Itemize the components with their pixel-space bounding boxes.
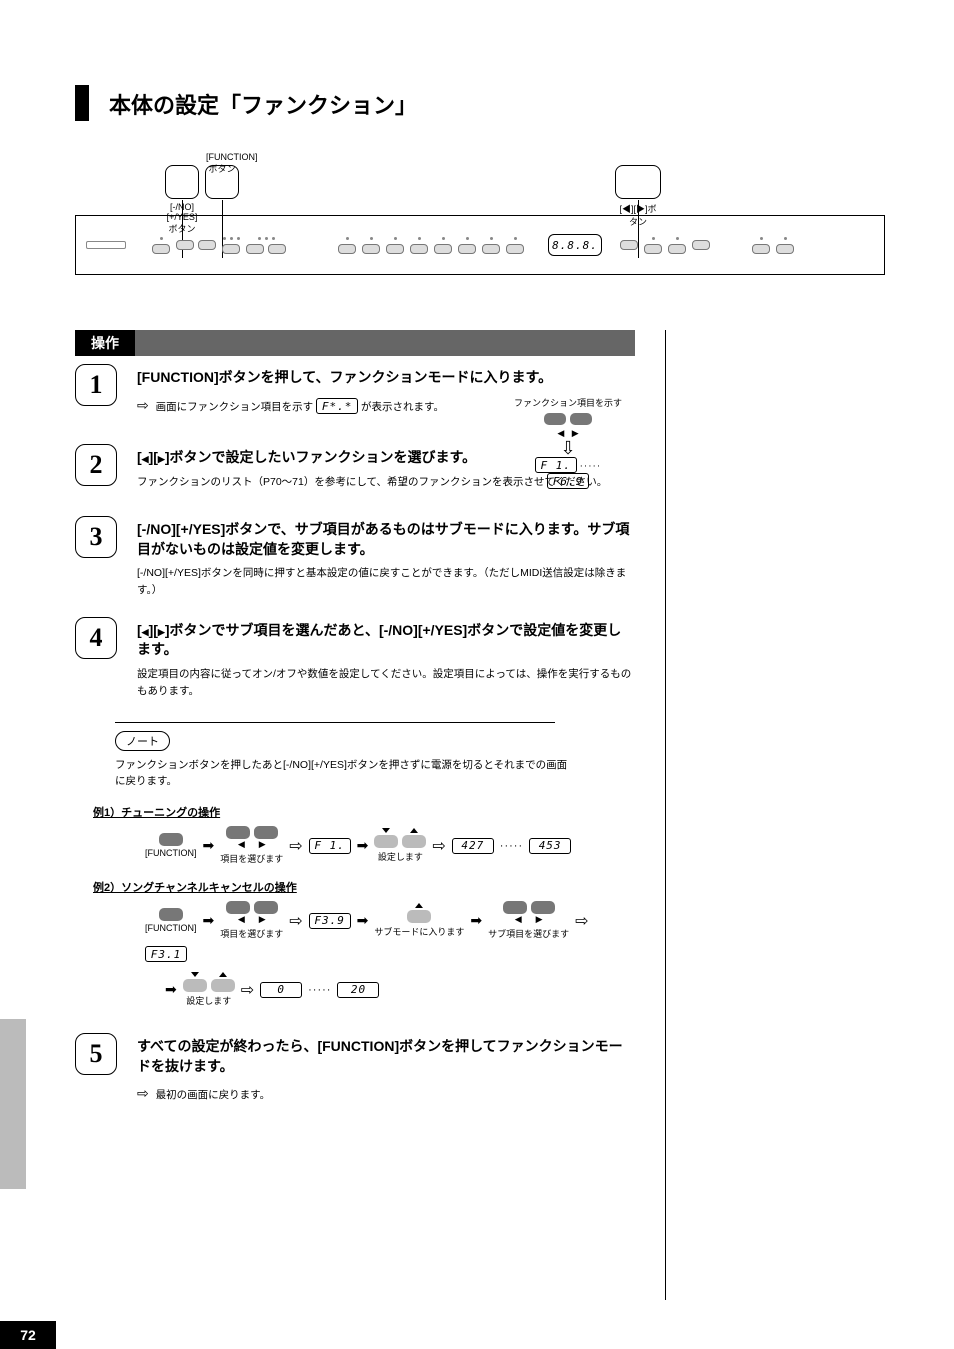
- flow-caption: 項目を選びます: [220, 852, 283, 865]
- note-label: ノート: [115, 731, 170, 751]
- flow-btn-minus: [374, 835, 398, 848]
- flow-heading-tuning: 例1）チューニングの操作: [93, 804, 635, 820]
- callout-function: [FUNCTION]ボタン: [205, 165, 239, 199]
- lcd-range-low: 0: [260, 982, 302, 998]
- step-title: すべての設定が終わったら、[FUNCTION]ボタンを押してファンクションモード…: [137, 1037, 635, 1076]
- lcd-range-low: 427: [452, 838, 494, 854]
- arrow-solid-icon: [470, 912, 482, 929]
- arrow-solid-icon: [357, 837, 369, 854]
- flow-btn-left: [503, 901, 527, 914]
- step-body: 設定項目の内容に従ってオン/オフや数値を設定してください。設定項目によっては、操…: [137, 666, 635, 700]
- flow-caption: サブ項目を選びます: [488, 927, 569, 940]
- step-number: 4: [75, 617, 117, 659]
- arrow-right-icon: [137, 401, 153, 413]
- flow-btn-left: [226, 826, 250, 839]
- arrow-open-icon: [289, 836, 302, 856]
- arrow-solid-icon: [357, 912, 369, 929]
- dots-icon: [500, 840, 523, 852]
- flow-tuning: [FUNCTION] ◀▶ 項目を選びます F 1. 設定します 427 45: [145, 826, 635, 865]
- device-panel-figure: [-/NO][+/YES]ボタン [FUNCTION]ボタン [◀][▶]ボタン: [75, 165, 885, 275]
- section-marker: [75, 85, 89, 121]
- step-1: 1 [FUNCTION]ボタンを押して、ファンクションモードに入ります。 画面に…: [75, 368, 635, 418]
- flow-cancel-1: [FUNCTION] ◀▶ 項目を選びます F3.9 サブモードに入ります ◀▶…: [145, 901, 635, 962]
- mini-button-right: [570, 413, 592, 425]
- step-number: 1: [75, 364, 117, 406]
- arrow-right-icon: [137, 1089, 153, 1101]
- step-4: 4 [◀][▶]ボタンでサブ項目を選んだあと、[-/NO][+/YES]ボタンで…: [75, 621, 635, 700]
- arrow-open-icon: [289, 911, 302, 931]
- callout-label: [FUNCTION]ボタン: [206, 152, 238, 175]
- flow-caption: 項目を選びます: [220, 927, 283, 940]
- step-body: 最初の画面に戻ります。: [137, 1082, 635, 1104]
- step-title: [FUNCTION]ボタンを押して、ファンクションモードに入ります。: [137, 368, 635, 388]
- step-number: 5: [75, 1033, 117, 1075]
- flow-btn-plus: [211, 979, 235, 992]
- dots-icon: [308, 984, 331, 996]
- flow-caption: [FUNCTION]: [145, 923, 197, 933]
- flow-caption: サブモードに入ります: [374, 925, 464, 938]
- flow-btn-function: [159, 833, 183, 846]
- flow-caption: [FUNCTION]: [145, 848, 197, 858]
- lcd-f-placeholder: F*.*: [316, 398, 358, 414]
- lcd-f1: F 1.: [309, 838, 351, 854]
- flow-btn-right: [254, 826, 278, 839]
- lcd-f31: F3.1: [145, 946, 187, 962]
- arrow-solid-icon: [203, 837, 215, 854]
- step-number: 2: [75, 444, 117, 486]
- chapter-title: 本体の設定「ファンクション」: [109, 88, 417, 120]
- panel-lcd: 8.8.8.: [548, 234, 602, 256]
- flow-btn-right: [254, 901, 278, 914]
- lcd-range-high: 20: [337, 982, 379, 998]
- flow-btn-plus: [407, 910, 431, 923]
- flow-btn-plus: [402, 835, 426, 848]
- step-2: 2 [◀][▶][◀][▶]ボタンで設定したいファンクションを選びます。ボタンで…: [75, 448, 635, 498]
- lcd-range-high: 453: [529, 838, 571, 854]
- step-title: [-/NO][+/YES]ボタンで、サブ項目があるものはサブモードに入ります。サ…: [137, 520, 635, 559]
- mini-caption: ファンクション項目を示す: [513, 396, 623, 409]
- flow-heading-cancel: 例2）ソングチャンネルキャンセルの操作: [93, 879, 635, 895]
- step-title: [◀][▶][◀][▶]ボタンで設定したいファンクションを選びます。ボタンで設定…: [137, 448, 635, 468]
- flow-caption: 設定します: [378, 850, 423, 863]
- step-3: 3 [-/NO][+/YES]ボタンで、サブ項目があるものはサブモードに入ります…: [75, 520, 635, 599]
- vertical-divider: [665, 330, 666, 1300]
- step-body: ファンクションのリスト（P70〜71）を参考にして、希望のファンクションを表示さ…: [137, 474, 635, 491]
- left-margin-bar: [0, 1019, 26, 1189]
- arrow-open-icon: [241, 980, 254, 1000]
- step-number: 3: [75, 516, 117, 558]
- page-number: 72: [0, 1321, 56, 1349]
- arrow-open-icon: [575, 911, 588, 931]
- arrow-open-icon: [432, 836, 445, 856]
- divider: [115, 722, 555, 723]
- step-title: [◀][▶]ボタンでサブ項目を選んだあと、[-/NO][+/YES]ボタンで設定…: [137, 621, 635, 660]
- callout-minus-plus: [-/NO][+/YES]ボタン: [165, 165, 199, 199]
- arrow-solid-icon: [203, 912, 215, 929]
- arrow-solid-icon: [165, 981, 177, 998]
- mini-button-left: [544, 413, 566, 425]
- note-text: ファンクションボタンを押したあと[-/NO][+/YES]ボタンを押さずに電源を…: [115, 757, 575, 791]
- flow-caption: 設定します: [186, 994, 231, 1007]
- lcd-f39: F3.9: [309, 913, 351, 929]
- flow-btn-function: [159, 908, 183, 921]
- flow-btn-left: [226, 901, 250, 914]
- callout-arrows: [◀][▶]ボタン: [615, 165, 661, 199]
- flow-btn-minus: [183, 979, 207, 992]
- flow-btn-right: [531, 901, 555, 914]
- flow-cancel-2: 設定します 0 20: [165, 972, 635, 1007]
- operation-ribbon: 操作: [75, 330, 635, 356]
- step-5: 5 すべての設定が終わったら、[FUNCTION]ボタンを押してファンクションモ…: [75, 1037, 635, 1105]
- step-body: [-/NO][+/YES]ボタンを同時に押すと基本設定の値に戻すことができます。…: [137, 565, 635, 599]
- ribbon-label: 操作: [75, 330, 135, 356]
